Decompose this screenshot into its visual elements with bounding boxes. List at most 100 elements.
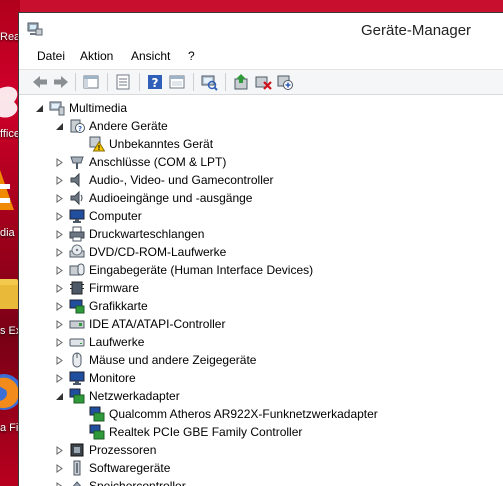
menu-help[interactable]: ? bbox=[186, 49, 197, 63]
expand-arrow-icon[interactable] bbox=[55, 445, 64, 455]
computer-icon bbox=[49, 101, 65, 116]
window-title: Geräte-Manager bbox=[361, 22, 472, 39]
office-icon[interactable] bbox=[0, 82, 20, 122]
port-icon bbox=[70, 156, 84, 169]
expand-arrow-icon[interactable] bbox=[55, 265, 64, 275]
menu-aktion[interactable]: Aktion bbox=[78, 49, 115, 63]
expand-arrow-icon[interactable] bbox=[55, 319, 64, 329]
folder-icon[interactable] bbox=[0, 275, 20, 315]
category-label: Druckwarteschlangen bbox=[89, 227, 205, 241]
category-label: Speichercontroller bbox=[89, 479, 186, 486]
category-label: Firmware bbox=[89, 281, 139, 295]
menu-ansicht[interactable]: Ansicht bbox=[129, 49, 172, 63]
expand-arrow-icon[interactable] bbox=[55, 355, 64, 365]
expand-arrow-icon[interactable] bbox=[55, 193, 64, 203]
category-computer[interactable]: Computer bbox=[55, 207, 142, 225]
category-audio-video[interactable]: Audio-, Video- und Gamecontroller bbox=[55, 171, 274, 189]
device-label: Qualcomm Atheros AR922X-Funknetzwerkadap… bbox=[109, 407, 378, 421]
category-monitore[interactable]: Monitore bbox=[55, 369, 136, 387]
desktop-label[interactable]: s Ex bbox=[0, 325, 20, 337]
speaker-icon bbox=[70, 172, 80, 188]
desktop-background: Rea ffice dia s Ex a Fi bbox=[0, 0, 20, 486]
speaker-icon bbox=[70, 190, 83, 206]
toolbar: ? bbox=[19, 69, 503, 95]
device-tree: Multimedia ? Andere Geräte Unbekanntes G… bbox=[19, 95, 503, 486]
expand-arrow-icon[interactable] bbox=[55, 481, 64, 486]
category-eingabegeraete[interactable]: Eingabegeräte (Human Interface Devices) bbox=[55, 261, 313, 279]
category-speichercontroller[interactable]: Speichercontroller bbox=[55, 477, 186, 486]
desktop-label[interactable]: ffice bbox=[0, 128, 20, 140]
tree-root[interactable]: Multimedia bbox=[35, 99, 127, 117]
category-grafikkarte[interactable]: Grafikkarte bbox=[55, 297, 148, 315]
back-icon[interactable] bbox=[31, 73, 49, 91]
expand-arrow-icon[interactable] bbox=[55, 373, 64, 383]
network-adapter-icon bbox=[89, 406, 105, 422]
expand-arrow-icon[interactable] bbox=[55, 337, 64, 347]
monitor-icon bbox=[69, 209, 85, 223]
category-laufwerke[interactable]: Laufwerke bbox=[55, 333, 144, 351]
unknown-device-icon: ? bbox=[70, 119, 85, 133]
category-firmware[interactable]: Firmware bbox=[55, 279, 139, 297]
device-manager-icon bbox=[27, 22, 43, 36]
category-label: DVD/CD-ROM-Laufwerke bbox=[89, 245, 227, 259]
category-label: Prozessoren bbox=[89, 443, 157, 457]
category-netzwerkadapter[interactable]: Netzwerkadapter bbox=[55, 387, 180, 405]
storage-controller-icon bbox=[72, 481, 82, 486]
properties-icon[interactable] bbox=[114, 73, 132, 91]
expand-arrow-icon[interactable] bbox=[55, 175, 64, 185]
device-realtek-pcie[interactable]: Realtek PCIe GBE Family Controller bbox=[89, 423, 302, 441]
help-icon[interactable]: ? bbox=[146, 73, 164, 91]
vlc-icon[interactable] bbox=[0, 170, 20, 220]
category-dvd[interactable]: DVD/CD-ROM-Laufwerke bbox=[55, 243, 226, 261]
expand-arrow-icon[interactable] bbox=[55, 229, 64, 239]
svg-text:?: ? bbox=[152, 76, 159, 90]
expand-arrow-icon[interactable] bbox=[55, 463, 64, 473]
category-label: Andere Geräte bbox=[89, 119, 168, 133]
disable-icon[interactable] bbox=[276, 73, 294, 91]
firefox-icon[interactable] bbox=[0, 370, 20, 414]
expand-arrow-icon[interactable] bbox=[55, 211, 64, 221]
console-tree-icon[interactable] bbox=[82, 73, 100, 91]
collapse-arrow-icon[interactable] bbox=[55, 122, 64, 131]
desktop-label[interactable]: a Fi bbox=[0, 422, 18, 434]
category-ide[interactable]: IDE ATA/ATAPI-Controller bbox=[55, 315, 225, 333]
toolbar-separator bbox=[193, 73, 194, 91]
device-unbekanntes-geraet[interactable]: Unbekanntes Gerät bbox=[89, 135, 213, 153]
warning-device-icon bbox=[89, 136, 105, 152]
update-driver-icon[interactable] bbox=[232, 73, 250, 91]
category-audioeingaenge[interactable]: Audioeingänge und -ausgänge bbox=[55, 189, 252, 207]
expand-arrow-icon[interactable] bbox=[55, 301, 64, 311]
uninstall-icon[interactable] bbox=[254, 73, 272, 91]
device-label: Realtek PCIe GBE Family Controller bbox=[109, 425, 303, 439]
category-maeuse[interactable]: Mäuse und andere Zeigegeräte bbox=[55, 351, 256, 369]
desktop-label[interactable]: dia bbox=[0, 227, 15, 239]
category-label: Grafikkarte bbox=[89, 299, 148, 313]
category-prozessoren[interactable]: Prozessoren bbox=[55, 441, 156, 459]
scan-hardware-icon[interactable] bbox=[200, 73, 218, 91]
hid-icon bbox=[69, 263, 85, 276]
firmware-icon bbox=[70, 281, 84, 295]
collapse-arrow-icon[interactable] bbox=[35, 104, 44, 113]
expand-arrow-icon[interactable] bbox=[55, 283, 64, 293]
category-anschluesse[interactable]: Anschlüsse (COM & LPT) bbox=[55, 153, 226, 171]
collapse-arrow-icon[interactable] bbox=[55, 392, 64, 401]
title-bar[interactable]: Geräte-Manager bbox=[19, 13, 503, 47]
device-label: Unbekanntes Gerät bbox=[109, 137, 214, 151]
svg-text:?: ? bbox=[78, 125, 82, 133]
processor-icon bbox=[70, 443, 84, 457]
device-qualcomm-atheros[interactable]: Qualcomm Atheros AR922X-Funknetzwerkadap… bbox=[89, 405, 378, 423]
software-device-icon bbox=[73, 460, 81, 476]
category-druckwarteschlangen[interactable]: Druckwarteschlangen bbox=[55, 225, 204, 243]
toolbar-separator bbox=[139, 73, 140, 91]
category-andere-geraete[interactable]: ? Andere Geräte bbox=[55, 117, 168, 135]
forward-icon[interactable] bbox=[52, 73, 70, 91]
expand-arrow-icon[interactable] bbox=[55, 157, 64, 167]
network-adapter-icon bbox=[89, 424, 105, 440]
desktop-label[interactable]: Rea bbox=[0, 31, 20, 43]
ide-controller-icon bbox=[69, 320, 85, 329]
menu-datei[interactable]: Datei bbox=[35, 49, 67, 63]
category-softwaregeraete[interactable]: Softwaregeräte bbox=[55, 459, 170, 477]
view-icon[interactable] bbox=[168, 73, 186, 91]
category-label: Laufwerke bbox=[89, 335, 145, 349]
expand-arrow-icon[interactable] bbox=[55, 247, 64, 257]
